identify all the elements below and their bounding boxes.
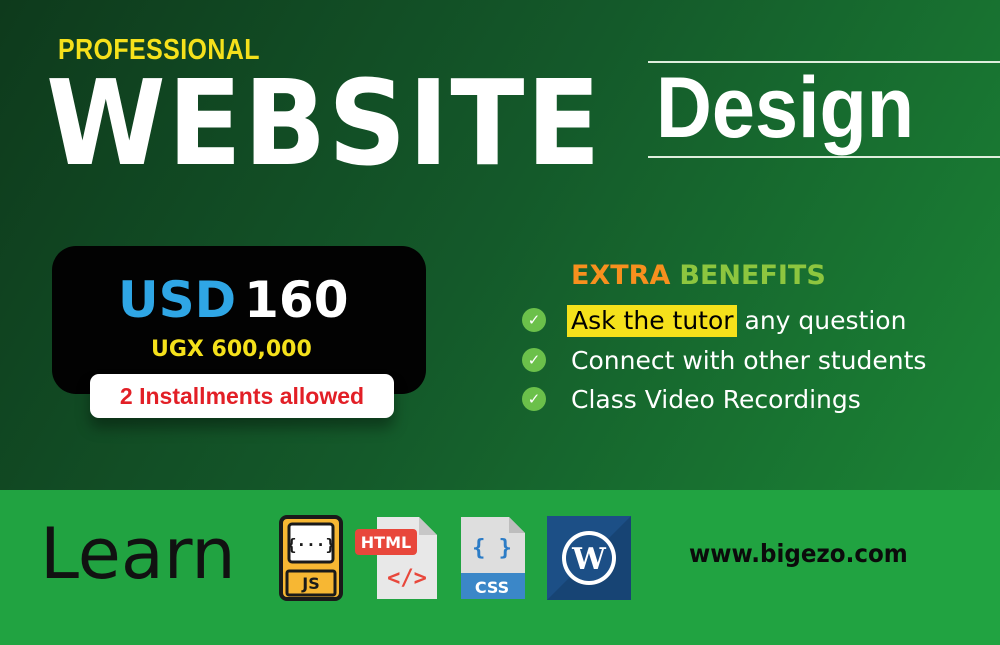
- css-label: CSS: [475, 578, 509, 597]
- promo-banner: PROFESSIONAL WEBSITE Design USD 160 UGX 6…: [0, 0, 1000, 645]
- html-glyph: </>: [387, 566, 427, 591]
- subheadline: Design: [656, 60, 915, 156]
- benefits-title-part1: EXTRA: [571, 260, 671, 291]
- wordpress-glyph: W: [571, 542, 607, 577]
- benefit-text: Class Video Recordings: [571, 384, 861, 414]
- js-glyph: {···}: [287, 535, 335, 554]
- price-currency: USD: [118, 271, 237, 329]
- installments-badge: 2 Installments allowed: [90, 374, 394, 418]
- top-area: PROFESSIONAL WEBSITE Design USD 160 UGX 6…: [0, 0, 1000, 490]
- benefit-item: ✓ Class Video Recordings: [522, 382, 861, 416]
- html-label: HTML: [361, 533, 411, 552]
- learn-label: Learn: [40, 513, 236, 595]
- benefit-text: Connect with other students: [571, 345, 927, 375]
- js-label: JS: [301, 574, 319, 593]
- bottom-divider: [648, 156, 1000, 158]
- benefit-item: ✓ Connect with other students: [522, 343, 926, 377]
- javascript-file-icon: {···} JS: [279, 515, 343, 601]
- price-line: USD 160: [118, 270, 349, 330]
- benefit-item: ✓ Ask the tutor any question: [522, 303, 906, 337]
- wordpress-icon: W: [547, 516, 631, 600]
- price-amount: 160: [244, 271, 349, 329]
- benefit-text: any question: [736, 305, 907, 335]
- benefits-title-part2: BENEFITS: [679, 260, 826, 291]
- css-glyph: { }: [472, 536, 512, 561]
- headline: WEBSITE: [46, 54, 603, 192]
- benefits-title: EXTRA BENEFITS: [571, 259, 826, 293]
- website-url[interactable]: www.bigezo.com: [689, 537, 908, 571]
- html-file-icon: HTML </>: [355, 517, 437, 599]
- check-icon: ✓: [522, 387, 546, 411]
- benefit-highlight: Ask the tutor: [567, 304, 737, 337]
- check-icon: ✓: [522, 348, 546, 372]
- alt-price: UGX 600,000: [151, 337, 312, 362]
- check-icon: ✓: [522, 308, 546, 332]
- css-file-icon: { } CSS: [461, 517, 525, 599]
